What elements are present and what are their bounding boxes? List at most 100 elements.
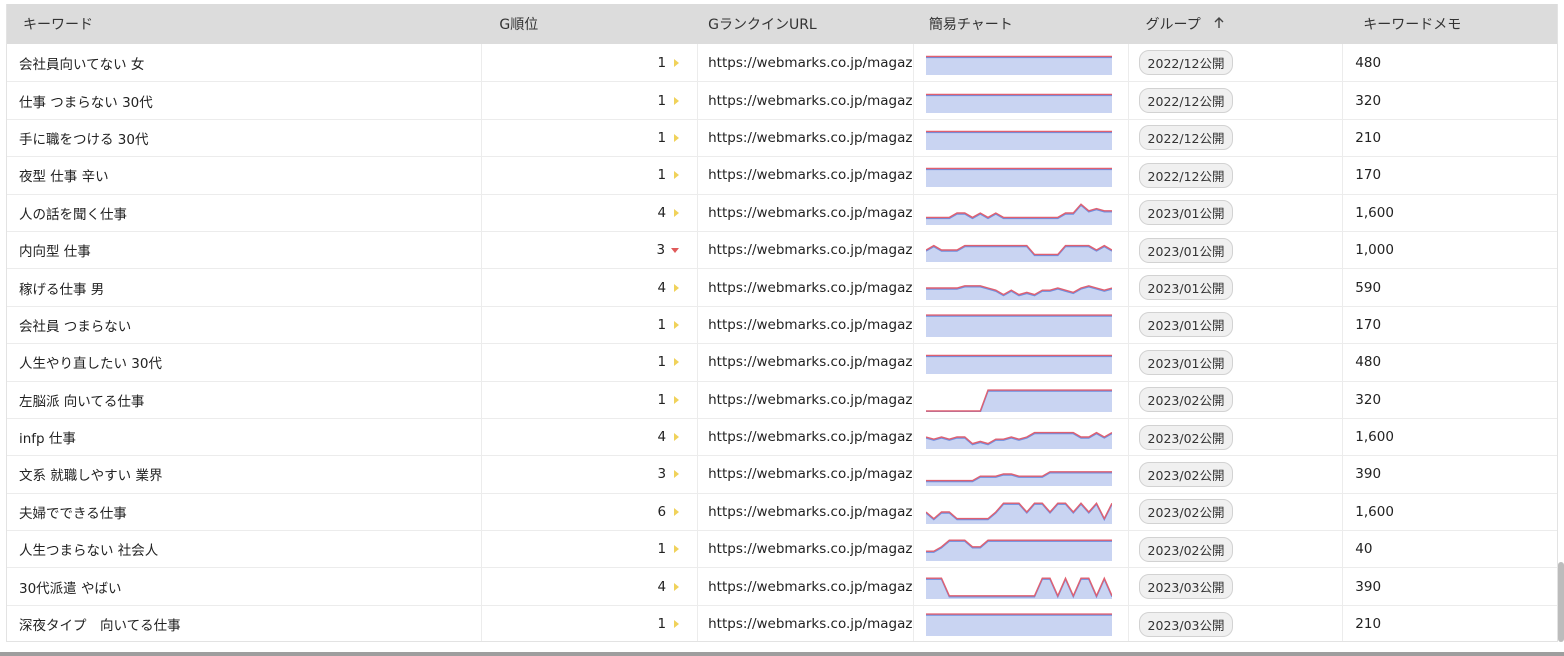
memo-cell[interactable]: 590 [1343,269,1557,305]
ranking-url-link[interactable]: https://webmarks.co.jp/magazin [708,466,913,482]
url-cell[interactable]: https://webmarks.co.jp/magazin [698,493,914,531]
memo-cell[interactable]: 480 [1343,344,1557,380]
group-badge[interactable]: 2023/01公開 [1138,349,1234,375]
url-cell[interactable]: https://webmarks.co.jp/magazin [698,531,914,568]
table-row[interactable]: 30代派遣 やばい 4 https://webmarks.co.jp/magazin… [7,567,1557,605]
ranking-url-link[interactable]: https://webmarks.co.jp/magazin [708,205,913,221]
group-badge[interactable]: 2023/02公開 [1138,461,1234,487]
memo-cell[interactable]: 170 [1343,157,1557,193]
chart-cell [914,493,1129,531]
memo-cell[interactable]: 170 [1343,307,1557,343]
group-badge[interactable]: 2022/12公開 [1138,125,1234,151]
col-header-url[interactable]: GランクインURL [698,14,914,34]
rank-cell: 4 [482,418,699,456]
ranking-url-link[interactable]: https://webmarks.co.jp/magazin [708,616,913,632]
table-row[interactable]: 会社員向いてない 女 1 https://webmarks.co.jp/magazi… [7,44,1557,82]
ranking-url-link[interactable]: https://webmarks.co.jp/magazin [708,130,913,146]
vertical-scrollbar[interactable] [1558,562,1564,642]
url-cell[interactable]: https://webmarks.co.jp/magazin [698,269,914,306]
memo-cell[interactable]: 1,000 [1343,232,1557,268]
col-header-rank[interactable]: G順位 [482,14,698,34]
group-badge[interactable]: 2022/12公開 [1138,50,1234,76]
group-badge[interactable]: 2023/02公開 [1138,499,1234,525]
url-cell[interactable]: https://webmarks.co.jp/magazin [698,568,914,605]
chart-cell [914,568,1129,605]
col-header-group[interactable]: グループ [1129,14,1344,34]
group-badge[interactable]: 2023/03公開 [1138,611,1234,637]
group-badge[interactable]: 2023/02公開 [1138,387,1234,413]
url-cell[interactable]: https://webmarks.co.jp/magazin [698,306,914,344]
col-header-keyword[interactable]: キーワード [7,14,482,34]
memo-cell[interactable]: 390 [1343,568,1557,604]
table-row[interactable]: 会社員 つまらない 1 https://webmarks.co.jp/magazin… [7,305,1557,344]
group-badge[interactable]: 2023/01公開 [1138,237,1234,263]
table-row[interactable]: 手に職をつける 30代 1 https://webmarks.co.jp/magaz… [7,118,1557,157]
rank-flat-icon [674,358,680,367]
memo-cell[interactable]: 210 [1343,606,1557,641]
url-cell[interactable]: https://webmarks.co.jp/magazin [698,119,914,157]
sparkline-area [925,315,1112,337]
ranking-url-link[interactable]: https://webmarks.co.jp/magazin [708,280,913,296]
url-cell[interactable]: https://webmarks.co.jp/magazin [698,44,914,82]
memo-text: 170 [1355,316,1382,333]
memo-cell[interactable]: 210 [1343,120,1557,156]
table-row[interactable]: 文系 就職しやすい 業界 3 https://webmarks.co.jp/maga… [7,455,1557,493]
group-badge[interactable]: 2022/12公開 [1138,88,1234,114]
table-row[interactable]: 夫婦でできる仕事 6 https://webmarks.co.jp/magazin 2… [7,492,1557,531]
table-row[interactable]: 左脳派 向いてる仕事 1 https://webmarks.co.jp/magazi… [7,380,1557,418]
rank-flat-icon [674,283,680,292]
group-badge[interactable]: 2023/01公開 [1138,275,1234,301]
ranking-url-link[interactable]: https://webmarks.co.jp/magazin [708,541,913,557]
table-row[interactable]: 仕事 つまらない 30代 1 https://webmarks.co.jp/maga… [7,81,1557,119]
rank-down-icon [671,247,680,253]
keyword-cell: 人生やり直したい 30代 [7,344,483,381]
memo-cell[interactable]: 390 [1343,456,1557,492]
ranking-url-link[interactable]: https://webmarks.co.jp/magazin [708,392,913,408]
table-row[interactable]: infp 仕事 4 https://webmarks.co.jp/magazin 20… [7,417,1557,456]
url-cell[interactable]: https://webmarks.co.jp/magazin [698,418,914,456]
group-badge[interactable]: 2023/02公開 [1138,536,1234,562]
table-row[interactable]: 人生やり直したい 30代 1 https://webmarks.co.jp/maga… [7,343,1557,381]
ranking-url-link[interactable]: https://webmarks.co.jp/magazin [708,93,913,109]
table-row[interactable]: 稼げる仕事 男 4 https://webmarks.co.jp/magazin 20… [7,268,1557,306]
ranking-url-link[interactable]: https://webmarks.co.jp/magazin [708,167,913,183]
ranking-url-link[interactable]: https://webmarks.co.jp/magazin [708,504,913,520]
url-cell[interactable]: https://webmarks.co.jp/magazin [698,194,914,231]
group-badge[interactable]: 2023/03公開 [1138,574,1234,600]
col-header-memo[interactable]: キーワードメモ [1343,14,1557,34]
ranking-url-link[interactable]: https://webmarks.co.jp/magazin [708,242,913,258]
group-badge[interactable]: 2023/01公開 [1138,200,1234,226]
table-row[interactable]: 夜型 仕事 辛い 1 https://webmarks.co.jp/magazin 2… [7,156,1557,194]
memo-cell[interactable]: 1,600 [1343,494,1557,530]
memo-cell[interactable]: 320 [1343,382,1557,418]
memo-cell[interactable]: 1,600 [1343,195,1557,231]
table-row[interactable]: 内向型 仕事 3 https://webmarks.co.jp/magazin 202… [7,230,1557,269]
arrow-up-icon[interactable] [1213,17,1225,33]
url-cell[interactable]: https://webmarks.co.jp/magazin [698,381,914,418]
group-badge[interactable]: 2023/02公開 [1138,424,1234,450]
memo-cell[interactable]: 320 [1343,82,1557,118]
group-badge[interactable]: 2023/01公開 [1138,312,1234,338]
ranking-url-link[interactable]: https://webmarks.co.jp/magazin [708,55,913,71]
table-row[interactable]: 深夜タイプ 向いてる仕事 1 https://webmarks.co.jp/maga… [7,604,1557,641]
url-cell[interactable]: https://webmarks.co.jp/magazin [698,456,914,493]
url-cell[interactable]: https://webmarks.co.jp/magazin [698,344,914,381]
ranking-url-link[interactable]: https://webmarks.co.jp/magazin [708,579,913,595]
url-cell[interactable]: https://webmarks.co.jp/magazin [698,82,914,119]
group-badge[interactable]: 2022/12公開 [1138,162,1234,188]
keyword-cell: 人の話を聞く仕事 [7,194,483,231]
table-row[interactable]: 人生つまらない 社会人 1 https://webmarks.co.jp/magaz… [7,530,1557,568]
memo-cell[interactable]: 480 [1343,44,1557,81]
url-cell[interactable]: https://webmarks.co.jp/magazin [698,231,914,269]
sparkline-chart [925,355,1112,375]
ranking-url-link[interactable]: https://webmarks.co.jp/magazin [708,429,913,445]
memo-cell[interactable]: 40 [1343,531,1557,567]
ranking-url-link[interactable]: https://webmarks.co.jp/magazin [708,317,913,333]
table-row[interactable]: 人の話を聞く仕事 4 https://webmarks.co.jp/magazin 2… [7,193,1557,231]
memo-cell[interactable]: 1,600 [1343,419,1557,455]
ranking-url-link[interactable]: https://webmarks.co.jp/magazin [708,354,913,370]
col-header-chart[interactable]: 簡易チャート [914,14,1129,34]
url-cell[interactable]: https://webmarks.co.jp/magazin [698,157,914,194]
url-cell[interactable]: https://webmarks.co.jp/magazin [698,605,914,641]
keyword-text: 人の話を聞く仕事 [19,206,127,223]
